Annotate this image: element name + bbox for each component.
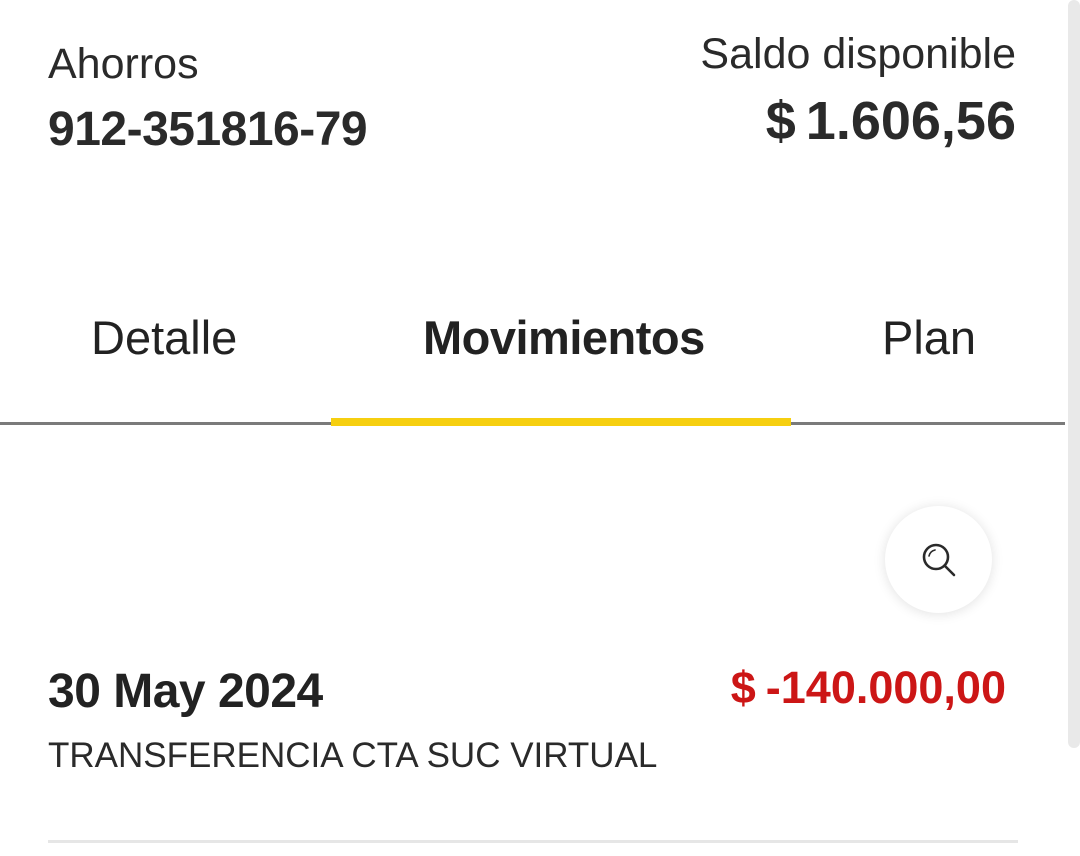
- movement-amount: $ -140.000,00: [731, 662, 1006, 714]
- movement-date: 30 May 2024: [48, 665, 323, 718]
- balance-value: $1.606,56: [766, 90, 1016, 152]
- tab-movimientos[interactable]: Movimientos: [423, 310, 705, 365]
- divider: [48, 840, 1018, 843]
- search-icon: [922, 543, 955, 576]
- active-tab-indicator: [331, 418, 791, 426]
- tab-bar: Detalle Movimientos Plan: [0, 290, 1065, 425]
- search-button[interactable]: [885, 506, 992, 613]
- movement-amount-value: -140.000,00: [765, 662, 1006, 713]
- account-number: 912-351816-79: [48, 103, 368, 156]
- balance-label: Saldo disponible: [700, 30, 1016, 78]
- scrollbar[interactable]: [1068, 0, 1080, 748]
- tab-plan[interactable]: Plan: [882, 310, 976, 365]
- movement-item[interactable]: 30 May 2024 TRANSFERENCIA CTA SUC VIRTUA…: [0, 650, 1080, 856]
- movement-description: TRANSFERENCIA CTA SUC VIRTUAL: [48, 736, 658, 775]
- tab-detalle[interactable]: Detalle: [91, 310, 237, 365]
- movement-currency: $: [730, 662, 756, 713]
- balance-amount: 1.606,56: [805, 91, 1016, 151]
- account-type: Ahorros: [48, 40, 199, 88]
- balance-currency: $: [765, 91, 796, 151]
- account-movements-screen: Ahorros 912-351816-79 Saldo disponible $…: [0, 0, 1080, 856]
